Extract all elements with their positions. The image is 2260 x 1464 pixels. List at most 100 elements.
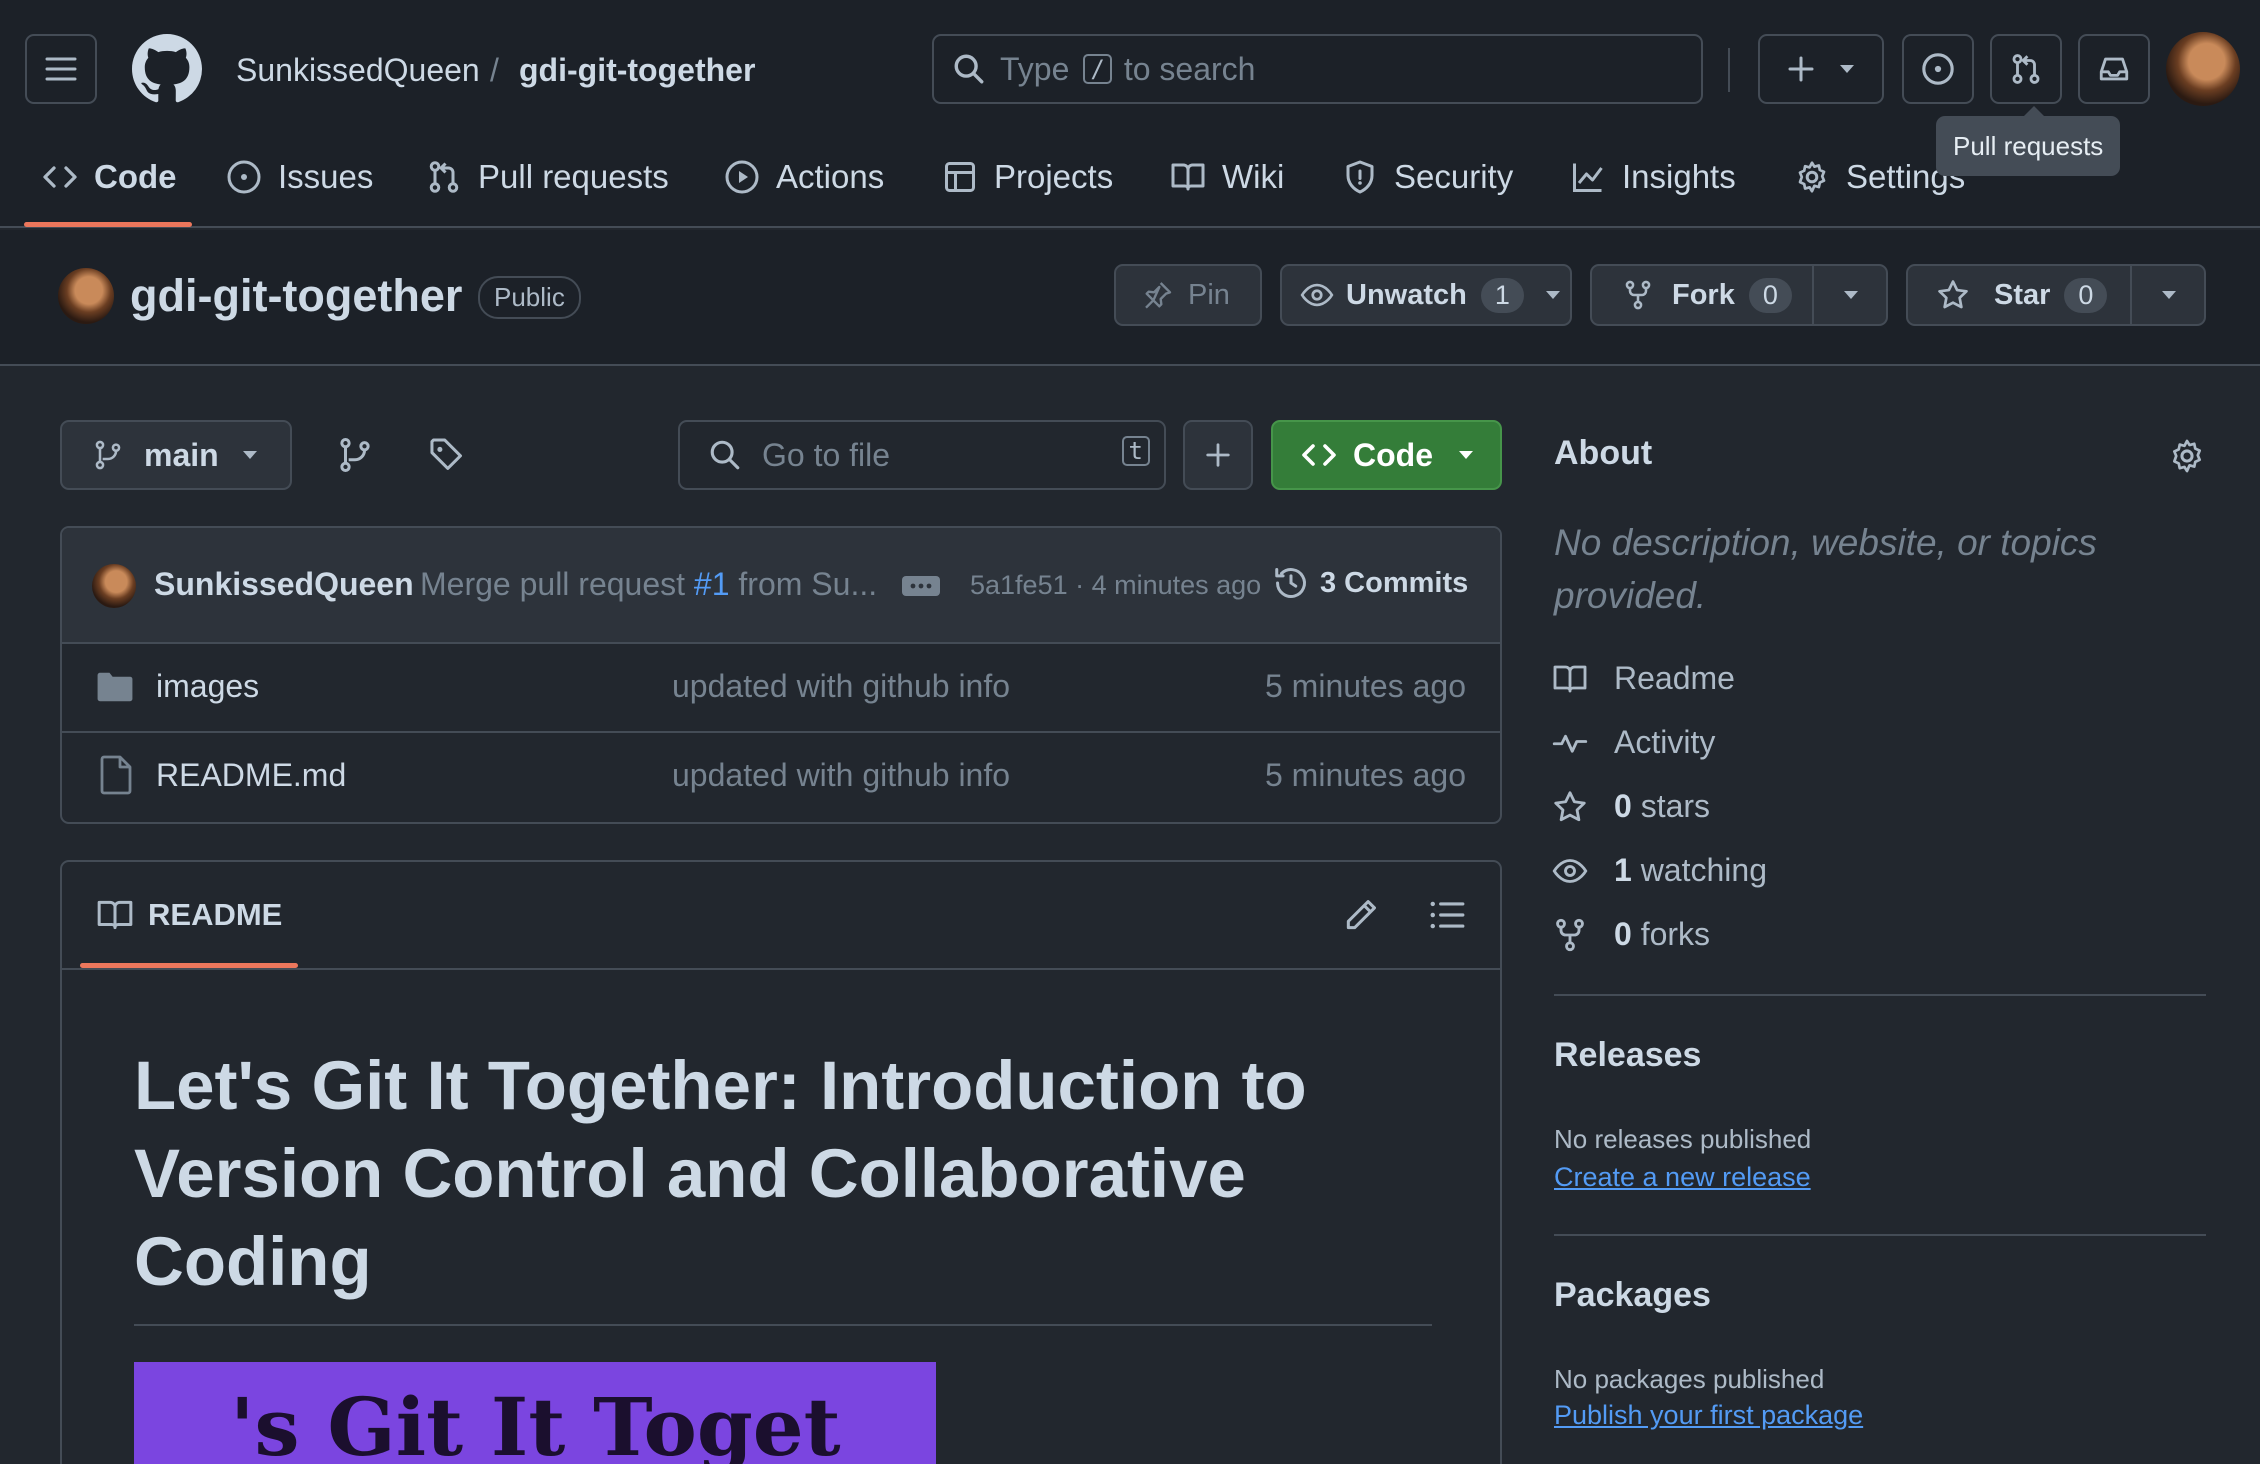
commit-expand-button[interactable] xyxy=(902,576,940,596)
pencil-icon[interactable] xyxy=(1342,896,1380,934)
tab-security-label: Security xyxy=(1394,158,1514,195)
triangle-down-icon xyxy=(1545,291,1560,299)
fork-button[interactable]: Fork 0 xyxy=(1590,264,1888,326)
issues-button[interactable] xyxy=(1902,34,1974,104)
create-release-link[interactable]: Create a new release xyxy=(1554,1162,1811,1193)
file-name[interactable]: README.md xyxy=(156,757,346,794)
file-name[interactable]: images xyxy=(156,668,259,705)
pin-button[interactable]: Pin xyxy=(1114,264,1262,326)
owner-avatar[interactable] xyxy=(58,268,114,324)
fork-split-divider xyxy=(1812,266,1814,324)
inbox-button[interactable] xyxy=(2078,34,2150,104)
tags-link[interactable] xyxy=(428,436,466,474)
commit-message[interactable]: Merge pull request #1 from Su... xyxy=(420,566,877,603)
git-branch-icon xyxy=(340,437,370,473)
about-stars-link[interactable]: 0 stars xyxy=(1552,788,1710,825)
releases-title[interactable]: Releases xyxy=(1554,1036,1701,1075)
play-icon xyxy=(725,160,759,194)
about-forks-link[interactable]: 0 forks xyxy=(1552,916,1710,953)
releases-empty-text: No releases published xyxy=(1554,1124,1812,1154)
tag-icon xyxy=(430,438,462,470)
fork-icon xyxy=(1556,918,1584,951)
search-prefix: Type xyxy=(1000,50,1070,87)
triangle-down-icon xyxy=(1459,451,1473,459)
publish-package-link[interactable]: Publish your first package xyxy=(1554,1400,1863,1431)
code-dropdown-button[interactable]: Code xyxy=(1271,420,1502,490)
file-commit-message[interactable]: updated with github info xyxy=(672,757,1010,794)
file-row[interactable]: README.md updated with github info 5 min… xyxy=(62,733,1500,822)
commit-pr-link[interactable]: #1 xyxy=(694,566,730,602)
commit-sha-time[interactable]: 5a1fe51 · 4 minutes ago xyxy=(970,570,1261,601)
search-icon xyxy=(710,440,740,470)
tab-code[interactable]: Code xyxy=(42,150,177,204)
readme-header: README xyxy=(62,862,1500,970)
file-row[interactable]: images updated with github info 5 minute… xyxy=(62,644,1500,733)
history-icon xyxy=(1275,568,1306,598)
file-time: 5 minutes ago xyxy=(1264,757,1466,793)
readme-tab-label: README xyxy=(148,897,283,932)
about-activity-link[interactable]: Activity xyxy=(1552,724,1715,761)
repo-name[interactable]: gdi-git-together xyxy=(130,270,462,322)
file-commit-message[interactable]: updated with github info xyxy=(672,668,1010,705)
tab-wiki[interactable]: Wiki xyxy=(1170,150,1284,204)
issue-opened-icon xyxy=(1922,53,1954,85)
readme-tab[interactable]: README xyxy=(96,896,282,934)
breadcrumb-repo[interactable]: gdi-git-together xyxy=(519,50,755,90)
forks-count: 0 xyxy=(1614,916,1632,952)
fork-label: Fork xyxy=(1672,278,1735,311)
sidebar-divider xyxy=(1554,994,2206,996)
about-readme-link[interactable]: Readme xyxy=(1552,660,1735,697)
branches-link[interactable] xyxy=(336,436,374,474)
hamburger-icon xyxy=(45,57,77,81)
pull-requests-button[interactable] xyxy=(1990,34,2062,104)
search-input[interactable]: Type / to search xyxy=(932,34,1703,104)
code-icon xyxy=(1302,444,1336,466)
tab-code-label: Code xyxy=(94,158,177,195)
ellipsis-icon xyxy=(910,583,932,589)
unwatch-button[interactable]: Unwatch 1 xyxy=(1280,264,1572,326)
tab-projects[interactable]: Projects xyxy=(942,150,1113,204)
go-to-file-input[interactable]: Go to file t xyxy=(678,420,1166,490)
menu-button[interactable] xyxy=(25,34,97,104)
github-logo-icon[interactable] xyxy=(132,34,202,104)
user-avatar[interactable] xyxy=(2166,32,2240,106)
packages-title[interactable]: Packages xyxy=(1554,1276,1711,1315)
tab-wiki-label: Wiki xyxy=(1222,158,1285,195)
star-split-divider xyxy=(2130,266,2132,324)
about-readme-label: Readme xyxy=(1614,660,1735,696)
tab-security[interactable]: Security xyxy=(1342,150,1513,204)
tab-issues[interactable]: Issues xyxy=(226,150,373,204)
file-list: SunkissedQueen Merge pull request #1 fro… xyxy=(60,526,1502,824)
create-new-button[interactable] xyxy=(1758,34,1884,104)
add-file-button[interactable] xyxy=(1183,420,1253,490)
tab-insights[interactable]: Insights xyxy=(1570,150,1736,204)
list-unordered-icon[interactable] xyxy=(1428,896,1466,934)
star-button[interactable]: Star 0 xyxy=(1906,264,2206,326)
fork-icon xyxy=(1625,280,1651,310)
tab-actions[interactable]: Actions xyxy=(724,150,884,204)
about-watching-link[interactable]: 1 watching xyxy=(1552,852,1767,889)
commit-message-prefix: Merge pull request xyxy=(420,566,686,602)
file-time: 5 minutes ago xyxy=(1264,668,1466,704)
watch-count: 1 xyxy=(1480,277,1524,313)
book-icon xyxy=(1553,665,1587,692)
star-count: 0 xyxy=(2064,277,2108,313)
commits-link[interactable]: 3 Commits xyxy=(1272,564,1468,602)
gear-icon[interactable] xyxy=(2168,437,2206,475)
branch-selector[interactable]: main xyxy=(60,420,292,490)
readme-heading-line: Coding xyxy=(134,1223,372,1300)
commit-author-avatar[interactable] xyxy=(92,564,136,608)
go-to-file-shortcut: t xyxy=(1121,436,1150,466)
unwatch-label: Unwatch xyxy=(1346,278,1467,311)
commit-author[interactable]: SunkissedQueen xyxy=(154,566,414,603)
tab-pull-requests[interactable]: Pull requests xyxy=(426,150,669,204)
branch-name: main xyxy=(144,436,219,473)
star-icon xyxy=(1554,790,1586,821)
code-button-label: Code xyxy=(1353,436,1433,473)
packages-empty-text: No packages published xyxy=(1554,1364,1825,1394)
about-title: About xyxy=(1554,434,1653,472)
tab-actions-label: Actions xyxy=(776,158,885,195)
graph-icon xyxy=(1573,163,1603,192)
breadcrumb-owner[interactable]: SunkissedQueen xyxy=(236,50,480,90)
header-divider xyxy=(1728,48,1730,92)
